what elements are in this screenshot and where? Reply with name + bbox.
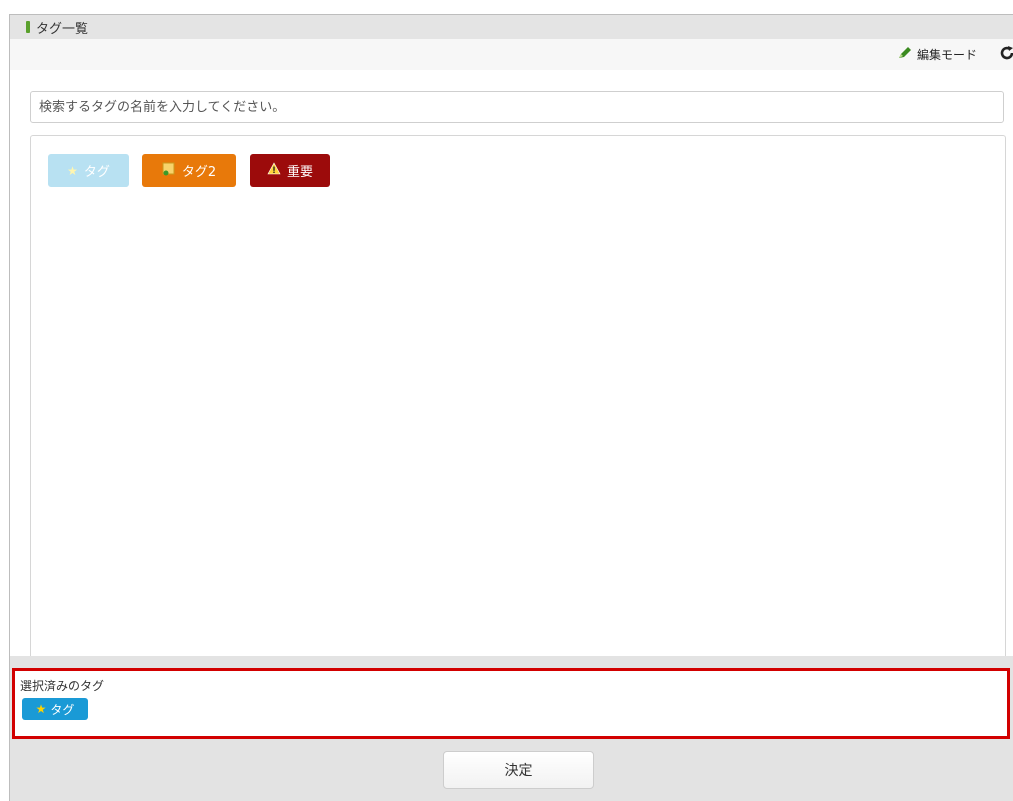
title-bar: タグ一覧	[10, 15, 1013, 39]
selected-tag-item[interactable]: ★ タグ	[22, 698, 88, 720]
tag-list-panel: ★ タグ タグ2 重要	[30, 135, 1006, 656]
selected-tags-label: 選択済みのタグ	[20, 679, 105, 693]
star-icon: ★	[67, 163, 78, 178]
selected-tags-section: 選択済みのタグ ★ タグ	[12, 668, 1010, 739]
tag-item-important[interactable]: 重要	[250, 154, 330, 187]
selected-tag-label: タグ	[50, 702, 75, 717]
tag-label: タグ2	[181, 165, 217, 180]
toolbar: 編集モード	[10, 39, 1013, 70]
tag-label: タグ	[83, 165, 110, 180]
tag-item-tag[interactable]: ★ タグ	[48, 154, 129, 187]
star-icon: ★	[35, 702, 47, 716]
note-icon	[162, 162, 176, 180]
edit-mode-button[interactable]: 編集モード	[897, 46, 977, 63]
decide-button[interactable]: 決定	[443, 751, 594, 789]
page-title: タグ一覧	[36, 21, 89, 37]
tag-label: 重要	[286, 165, 313, 180]
edit-mode-label: 編集モード	[916, 48, 977, 62]
search-input[interactable]	[30, 91, 1004, 123]
pencil-icon	[897, 46, 913, 63]
title-marker-icon	[26, 21, 30, 33]
warning-icon	[267, 162, 281, 179]
refresh-icon[interactable]	[999, 45, 1013, 63]
tag-item-tag2[interactable]: タグ2	[142, 154, 236, 187]
